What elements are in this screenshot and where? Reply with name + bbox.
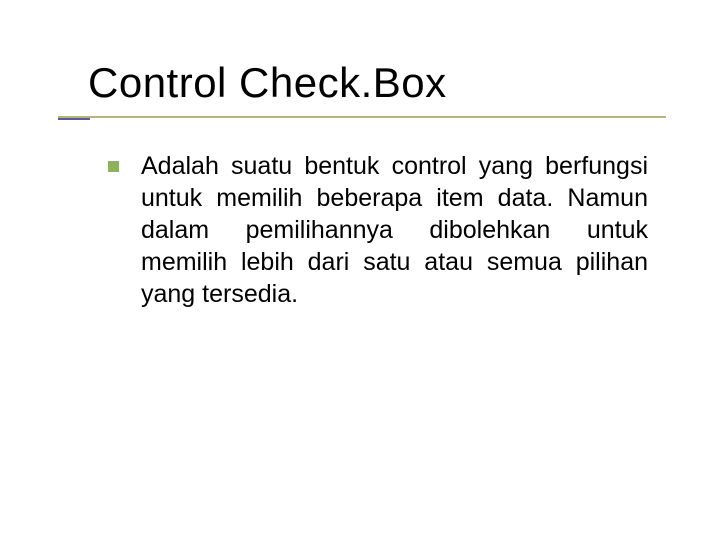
slide-title: Control Check.Box [88,60,648,112]
square-bullet-icon [108,161,119,172]
bullet-text: Adalah suatu bentuk control yang berfung… [141,150,648,310]
title-accent-bar [58,118,90,120]
title-underline [58,116,666,118]
slide-body: Adalah suatu bentuk control yang berfung… [108,150,648,310]
slide: Control Check.Box Adalah suatu bentuk co… [0,0,720,540]
title-container: Control Check.Box [88,60,648,112]
bullet-item: Adalah suatu bentuk control yang berfung… [108,150,648,310]
